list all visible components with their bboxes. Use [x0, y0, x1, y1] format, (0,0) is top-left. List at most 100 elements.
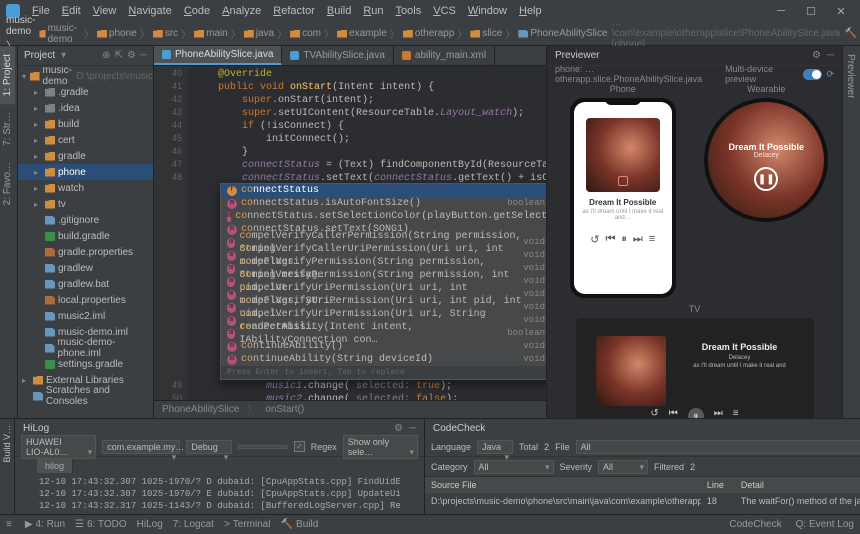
crumb-PhoneAbilitySlice[interactable]: PhoneAbilitySlice	[518, 28, 607, 39]
crumb-src[interactable]: src	[153, 28, 178, 39]
crumb-slice[interactable]: slice	[470, 28, 502, 39]
menu-tools[interactable]: Tools	[390, 3, 428, 19]
tree-item[interactable]: build.gradle	[18, 228, 153, 244]
editor-tab[interactable]: TVAbilitySlice.java	[282, 46, 394, 65]
tree-item[interactable]: music-demo-phone.iml	[18, 340, 153, 356]
previewer-path: phone: …otherapp.slice.PhoneAbilitySlice…	[555, 64, 725, 84]
tree-item[interactable]: ▸cert	[18, 132, 153, 148]
menu-help[interactable]: Help	[513, 3, 548, 19]
tree-item[interactable]: gradlew.bat	[18, 276, 153, 292]
cc-language-dropdown[interactable]: Java	[477, 440, 513, 454]
editor-tab[interactable]: PhoneAbilitySlice.java	[154, 46, 282, 65]
statusbar-item[interactable]: 7: Logcat	[173, 519, 214, 530]
build-icon[interactable]: 🔨	[844, 27, 858, 41]
previewer-hide-icon[interactable]: ─	[827, 50, 834, 61]
statusbar-item[interactable]: ▶4: Run	[25, 519, 65, 530]
statusbar-item[interactable]: ≡	[6, 519, 15, 530]
project-tree[interactable]: ▾music-demo D:\projects\music▸.gradle▸.i…	[18, 66, 153, 418]
menu-refactor[interactable]: Refactor	[267, 3, 321, 19]
completion-item[interactable]: mcontinueAbility(String deviceId)void	[221, 353, 546, 366]
menu-analyze[interactable]: Analyze	[216, 3, 267, 19]
editor-crumb-method[interactable]: onStart()	[265, 404, 304, 415]
hilog-tab[interactable]: hilog	[37, 459, 73, 473]
tree-item[interactable]: ▸.gradle	[18, 84, 153, 100]
cc-file-input[interactable]: All	[576, 440, 860, 454]
statusbar-item[interactable]: HiLog	[137, 519, 163, 530]
tree-item[interactable]: ▸watch	[18, 180, 153, 196]
table-row[interactable]: D:\projects\music-demo\phone\src\main\ja…	[425, 493, 860, 509]
refresh-icon[interactable]: ⟳	[826, 69, 834, 80]
tree-item[interactable]: music2.iml	[18, 308, 153, 324]
tree-item[interactable]: ▸build	[18, 116, 153, 132]
hilog-filter-dropdown[interactable]: Show only sele…	[343, 435, 418, 459]
hilog-device-dropdown[interactable]: HUAWEI LIO-AL0…	[21, 435, 96, 459]
project-collapse-icon[interactable]: ⇱	[115, 50, 123, 61]
hilog-level-dropdown[interactable]: Debug	[186, 440, 232, 454]
cc-severity-label: Severity	[560, 462, 593, 472]
tree-item[interactable]: local.properties	[18, 292, 153, 308]
tree-item[interactable]: ▸gradle	[18, 148, 153, 164]
cc-category-dropdown[interactable]: All	[474, 460, 554, 474]
variants-tab[interactable]: Build V…	[0, 419, 14, 469]
menu-navigate[interactable]: Navigate	[122, 3, 177, 19]
tree-item[interactable]: ▸phone	[18, 164, 153, 180]
hilog-settings-icon[interactable]: ⚙	[394, 423, 403, 434]
crumb-example[interactable]: example	[337, 28, 387, 39]
crumb-com[interactable]: com	[290, 28, 321, 39]
phone-preview[interactable]: Dream It Possible as I'll dream until I …	[570, 98, 676, 298]
hilog-output[interactable]: 12-10 17:43:32.307 1025-1970/? D dubaid:…	[15, 475, 424, 514]
crumb-main[interactable]: main	[194, 28, 228, 39]
tree-item[interactable]: ▾music-demo D:\projects\music	[18, 68, 153, 84]
tree-item[interactable]: gradlew	[18, 260, 153, 276]
statusbar-item[interactable]: ☰6: TODO	[75, 519, 127, 530]
statusbar-item[interactable]: 🔨Build	[281, 519, 319, 530]
crumb-music-demo[interactable]: music-demo	[39, 23, 80, 45]
project-sync-icon[interactable]: ⊕	[102, 50, 110, 61]
completion-item[interactable]: mconnectStatus.isAutoFontSize()boolean	[221, 197, 546, 210]
statusbar-item[interactable]: CodeCheck	[729, 519, 781, 530]
crumb-java[interactable]: java	[244, 28, 274, 39]
tree-item[interactable]: .gitignore	[18, 212, 153, 228]
completion-item[interactable]: mconnectAbility(Intent intent, IAbilityC…	[221, 327, 546, 340]
menu-run[interactable]: Run	[357, 3, 389, 19]
statusbar-item[interactable]: >Terminal	[224, 519, 271, 530]
editor-tab[interactable]: ability_main.xml	[394, 46, 495, 65]
editor-crumb-class[interactable]: PhoneAbilitySlice	[162, 404, 239, 415]
previewer-settings-icon[interactable]: ⚙	[812, 50, 821, 61]
completion-item[interactable]: mconnectStatus.setSelectionColor(playBut…	[221, 210, 546, 223]
menu-code[interactable]: Code	[178, 3, 216, 19]
tree-item[interactable]: Scratches and Consoles	[18, 388, 153, 404]
menu-edit[interactable]: Edit	[56, 3, 87, 19]
structure-tool-tab[interactable]: 7: Str…	[0, 104, 15, 154]
statusbar-item[interactable]: Q: Event Log	[796, 519, 854, 530]
favorites-tool-tab[interactable]: 2: Favo…	[0, 154, 15, 213]
cc-severity-dropdown[interactable]: All	[598, 460, 648, 474]
menu-view[interactable]: View	[87, 3, 123, 19]
hilog-hide-icon[interactable]: ─	[409, 423, 416, 434]
hilog-regex-checkbox[interactable]: ✓	[294, 441, 305, 452]
crumb-phone[interactable]: phone	[97, 28, 137, 39]
project-tool-tab[interactable]: 1: Project	[0, 46, 15, 104]
tree-item[interactable]: gradle.properties	[18, 244, 153, 260]
menu-window[interactable]: Window	[462, 3, 513, 19]
code-editor[interactable]: @Override public void onStart(Intent int…	[188, 66, 546, 400]
codecheck-table[interactable]: Source FileLineDetailSeverityD:\projects…	[425, 477, 860, 514]
tree-item[interactable]: ▸tv	[18, 196, 153, 212]
tree-item[interactable]: ▸.idea	[18, 100, 153, 116]
project-settings-icon[interactable]: ⚙	[127, 50, 136, 61]
watch-preview[interactable]: Dream It Possible Delacey ❚❚	[704, 98, 828, 222]
cc-total-label: Total	[519, 442, 538, 452]
phone-song-title: Dream It Possible	[574, 198, 672, 207]
tv-preview[interactable]: Dream It Possible Delacey as I'll dream …	[576, 318, 814, 418]
completion-item[interactable]: fconnectStatus	[221, 184, 546, 197]
hilog-search-input[interactable]	[238, 445, 288, 449]
previewer-tool-tab[interactable]: Previewer	[843, 46, 858, 106]
menu-build[interactable]: Build	[321, 3, 357, 19]
completion-popup[interactable]: fconnectStatusmconnectStatus.isAutoFontS…	[220, 183, 546, 380]
hilog-process-dropdown[interactable]: com.example.my…	[102, 440, 180, 454]
project-hide-icon[interactable]: ─	[140, 50, 147, 61]
menu-vcs[interactable]: VCS	[427, 3, 462, 19]
crumb-otherapp[interactable]: otherapp	[403, 28, 454, 39]
tv-next-icon: ⏭	[714, 408, 723, 418]
multi-device-toggle[interactable]	[803, 69, 823, 80]
